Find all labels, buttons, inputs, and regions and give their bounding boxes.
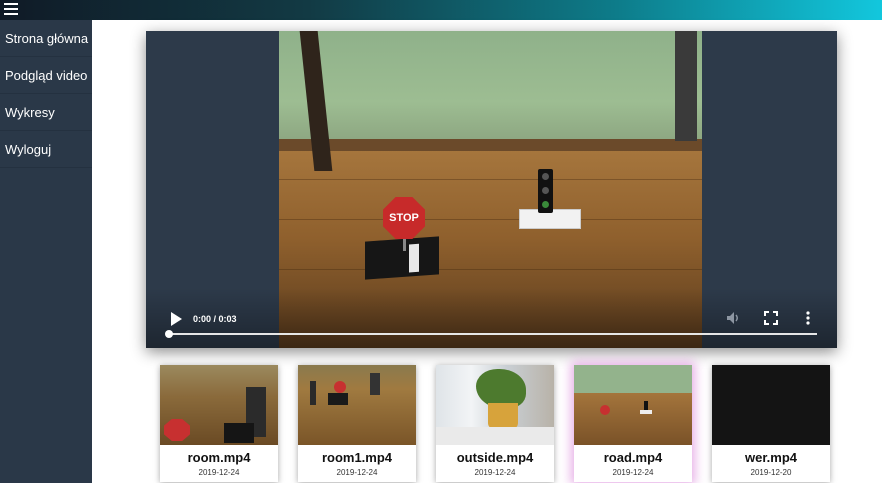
play-icon[interactable] bbox=[170, 312, 182, 326]
progress-bar[interactable] bbox=[165, 330, 817, 338]
video-stop-pole bbox=[403, 237, 406, 251]
video-wall bbox=[279, 31, 702, 149]
sidebar-item-label: Strona główna bbox=[5, 30, 89, 46]
sidebar-item-video-preview[interactable]: Podgląd video bbox=[0, 57, 92, 94]
video-date: 2019-12-24 bbox=[198, 468, 240, 477]
sidebar-item-home[interactable]: Strona główna bbox=[0, 20, 92, 57]
video-card-room[interactable]: room.mp4 2019-12-24 bbox=[160, 365, 278, 482]
sidebar-item-label: Wykresy bbox=[5, 104, 55, 120]
video-date: 2019-12-24 bbox=[474, 468, 516, 477]
video-name: wer.mp4 bbox=[744, 450, 798, 465]
video-thumbnail[interactable] bbox=[160, 365, 278, 445]
video-thumbnail[interactable] bbox=[298, 365, 416, 445]
video-date: 2019-12-24 bbox=[612, 468, 654, 477]
video-name: room.mp4 bbox=[187, 450, 251, 465]
video-card-wer[interactable]: wer.mp4 2019-12-20 bbox=[712, 365, 830, 482]
video-card-road[interactable]: road.mp4 2019-12-24 bbox=[574, 365, 692, 482]
video-date: 2019-12-20 bbox=[750, 468, 792, 477]
video-thumbnail[interactable] bbox=[574, 365, 692, 445]
video-thumbnail[interactable] bbox=[712, 365, 830, 445]
video-thumbnail[interactable] bbox=[436, 365, 554, 445]
hamburger-icon[interactable] bbox=[4, 3, 18, 15]
sidebar: Strona główna Podgląd video Wykresy Wylo… bbox=[0, 20, 92, 483]
video-traffic-light bbox=[538, 169, 553, 213]
video-black-sign bbox=[365, 236, 439, 280]
stop-sign-text: STOP bbox=[389, 212, 419, 224]
video-card-room1[interactable]: room1.mp4 2019-12-24 bbox=[298, 365, 416, 482]
video-baseboard bbox=[279, 139, 702, 151]
more-vert-icon[interactable] bbox=[802, 310, 814, 326]
sidebar-item-label: Podgląd video bbox=[5, 67, 88, 83]
top-bar bbox=[0, 0, 882, 20]
fullscreen-icon[interactable] bbox=[763, 310, 779, 326]
video-date: 2019-12-24 bbox=[336, 468, 378, 477]
video-name: room1.mp4 bbox=[321, 450, 393, 465]
sidebar-item-charts[interactable]: Wykresy bbox=[0, 94, 92, 131]
sidebar-item-label: Wyloguj bbox=[5, 141, 52, 157]
video-card-outside[interactable]: outside.mp4 2019-12-24 bbox=[436, 365, 554, 482]
progress-handle[interactable] bbox=[165, 330, 173, 338]
main-content: STOP 0:00 / 0:03 room.mp4 2019-12-24 roo… bbox=[92, 20, 882, 483]
video-list: room.mp4 2019-12-24 room1.mp4 2019-12-24… bbox=[160, 365, 840, 483]
volume-icon[interactable] bbox=[726, 310, 742, 326]
video-name: road.mp4 bbox=[603, 450, 663, 465]
video-table-leg bbox=[675, 31, 697, 141]
sidebar-item-logout[interactable]: Wyloguj bbox=[0, 131, 92, 168]
video-player[interactable]: STOP 0:00 / 0:03 bbox=[146, 31, 837, 348]
time-display: 0:00 / 0:03 bbox=[193, 314, 237, 324]
video-name: outside.mp4 bbox=[456, 450, 534, 465]
